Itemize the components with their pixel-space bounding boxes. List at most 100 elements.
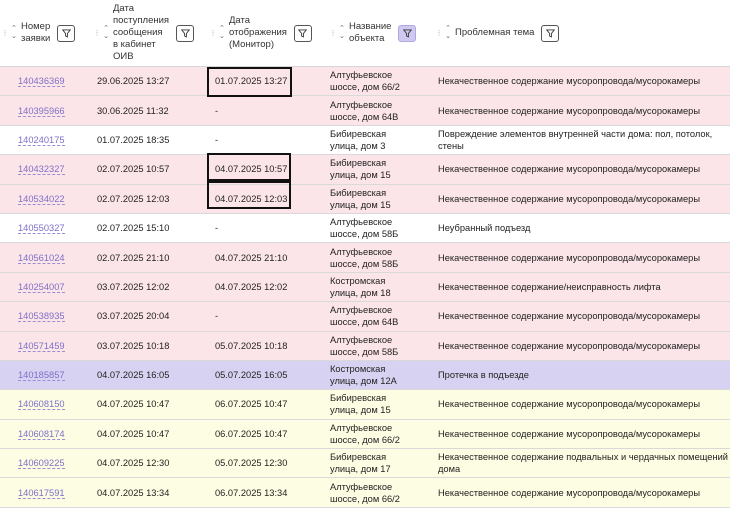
- cell-request-number: 140534022: [0, 184, 92, 214]
- drag-handle-icon[interactable]: ⁝: [209, 28, 217, 39]
- cell-request-number: 140617591: [0, 477, 92, 508]
- cell-object-name: Бибиревская улица, дом 15: [328, 389, 434, 420]
- sort-down-icon: ⌄: [11, 33, 17, 40]
- object-name-line: Алтуфьевское: [330, 334, 393, 345]
- table-row[interactable]: 140550327 02.07.2025 15:10- Алтуфьевское шо…: [0, 213, 730, 244]
- drag-handle-icon[interactable]: ⁝: [435, 28, 443, 39]
- problem-topic-line: Некачественное содержание/неисправность …: [438, 281, 661, 292]
- column-header-number[interactable]: ⁝ ⌃ ⌄ Номер заявки: [0, 0, 92, 67]
- column-header-problem-topic[interactable]: ⁝ ⌃ ⌄ Проблемная тема: [434, 0, 730, 67]
- sort-toggle[interactable]: ⌃ ⌄: [337, 25, 347, 41]
- sort-toggle[interactable]: ⌃ ⌄: [217, 25, 227, 41]
- problem-topic-line: Повреждение элементов внутренней части д…: [438, 128, 713, 139]
- problem-topic-line: Некачественное содержание мусоропровода/…: [438, 428, 701, 439]
- request-number-link[interactable]: 140608174: [18, 428, 65, 440]
- problem-topic-line: Некачественное содержание мусоропровода/…: [438, 252, 701, 263]
- table-row[interactable]: 140534022 02.07.2025 12:03 04.07.2025 12:0…: [0, 184, 730, 214]
- table-row[interactable]: 140254007 03.07.2025 12:02 04.07.2025 12:0…: [0, 272, 730, 303]
- header-cell: ⁝ ⌃ ⌄ Дата отображения (Монитор): [208, 0, 328, 66]
- cell-object-name: Костромская улица, дом 18: [328, 272, 434, 303]
- request-number-link[interactable]: 140609225: [18, 458, 65, 470]
- header-cell: ⁝ ⌃ ⌄ Дата поступления сообщения в кабинет ОИВ: [92, 0, 208, 66]
- column-header-object-name[interactable]: ⁝ ⌃ ⌄ Название объекта: [328, 0, 434, 67]
- cell-object-name: Алтуфьевское шоссе, дом 58Б: [328, 213, 434, 244]
- column-header-received-date[interactable]: ⁝ ⌃ ⌄ Дата поступления сообщения в кабинет ОИВ: [92, 0, 208, 67]
- cell-problem-topic: Некачественное содержание мусоропровода/…: [434, 419, 730, 450]
- table-row[interactable]: 140395966 30.06.2025 11:32- Алтуфьевское шо…: [0, 95, 730, 126]
- request-number-link[interactable]: 140608150: [18, 399, 65, 411]
- cell-object-name: Бибиревская улица, дом 15: [328, 154, 434, 185]
- request-number-link[interactable]: 140254007: [18, 281, 65, 293]
- object-name-line: улица, дом 15: [330, 199, 391, 210]
- filter-button[interactable]: [541, 24, 560, 42]
- request-number-link[interactable]: 140185857: [18, 370, 65, 382]
- column-header-label: Название объекта: [349, 21, 391, 45]
- sort-up-icon: ⌃: [103, 25, 109, 32]
- table-row[interactable]: 140240175 01.07.2025 18:35- Бибиревская ули…: [0, 125, 730, 156]
- table-row[interactable]: 140436369 29.06.2025 13:27 01.07.2025 13:2…: [0, 66, 730, 97]
- cell-request-number: 140432327: [0, 154, 92, 185]
- request-number-link[interactable]: 140550327: [18, 223, 65, 235]
- problem-topic-line: Протечка в подъезде: [438, 370, 529, 381]
- cell-display-date: 06.07.2025 10:47: [208, 419, 328, 450]
- column-header-display-date[interactable]: ⁝ ⌃ ⌄ Дата отображения (Монитор): [208, 0, 328, 67]
- requests-table: ⁝ ⌃ ⌄ Номер заявки ⁝ ⌃ ⌄ Дата поступления сообщени…: [0, 0, 730, 508]
- sort-down-icon: ⌄: [219, 33, 225, 40]
- table-row[interactable]: 140185857 04.07.2025 16:05 05.07.2025 16:0…: [0, 360, 730, 391]
- cell-received-date: 02.07.2025 10:57: [92, 154, 208, 185]
- request-number-link[interactable]: 140561024: [18, 252, 65, 264]
- filter-button[interactable]: [293, 24, 312, 42]
- filter-button[interactable]: [176, 24, 195, 42]
- funnel-icon: [180, 28, 190, 38]
- table-row[interactable]: 140617591 04.07.2025 13:34 06.07.2025 13:3…: [0, 477, 730, 508]
- filter-button[interactable]: [57, 24, 76, 42]
- cell-display-date: -: [208, 125, 328, 156]
- object-name-line: Алтуфьевское: [330, 481, 393, 492]
- sort-toggle[interactable]: ⌃ ⌄: [101, 25, 111, 41]
- cell-problem-topic: Некачественное содержание подвальных и ч…: [434, 448, 730, 479]
- request-number-link[interactable]: 140534022: [18, 193, 65, 205]
- sort-toggle[interactable]: ⌃ ⌄: [443, 25, 453, 41]
- request-number-link[interactable]: 140538935: [18, 311, 65, 323]
- drag-handle-icon[interactable]: ⁝: [329, 28, 337, 39]
- problem-topic-line: Неубранный подъезд: [438, 223, 531, 234]
- drag-handle-icon[interactable]: ⁝: [93, 28, 101, 39]
- header-cell: ⁝ ⌃ ⌄ Проблемная тема: [434, 0, 730, 66]
- column-header-label-line: поступления: [113, 15, 170, 26]
- sort-toggle[interactable]: ⌃ ⌄: [9, 25, 19, 41]
- cell-problem-topic: Протечка в подъезде: [434, 360, 730, 391]
- table-row[interactable]: 140561024 02.07.2025 21:10 04.07.2025 21:1…: [0, 242, 730, 273]
- table-row[interactable]: 140571459 03.07.2025 10:18 05.07.2025 10:1…: [0, 331, 730, 361]
- object-name-line: Бибиревская: [330, 158, 387, 169]
- table-row[interactable]: 140608150 04.07.2025 10:47 06.07.2025 10:4…: [0, 389, 730, 420]
- filter-button[interactable]: [398, 24, 417, 42]
- table-row[interactable]: 140432327 02.07.2025 10:57 04.07.2025 10:5…: [0, 154, 730, 185]
- problem-topic-line: Некачественное содержание мусоропровода/…: [438, 311, 701, 322]
- cell-request-number: 140608150: [0, 389, 92, 420]
- cell-received-date: 30.06.2025 11:32: [92, 95, 208, 126]
- request-number-link[interactable]: 140240175: [18, 134, 65, 146]
- cell-object-name: Алтуфьевское шоссе, дом 58Б: [328, 242, 434, 273]
- cell-problem-topic: Некачественное содержание мусоропровода/…: [434, 477, 730, 508]
- object-name-line: улица, дом 3: [330, 140, 386, 151]
- cell-request-number: 140436369: [0, 66, 92, 97]
- table-row[interactable]: 140609225 04.07.2025 12:30 05.07.2025 12:3…: [0, 448, 730, 479]
- column-header-label-line: (Монитор): [229, 39, 274, 50]
- drag-handle-icon[interactable]: ⁝: [1, 28, 9, 39]
- sort-up-icon: ⌃: [11, 25, 17, 32]
- table-header: ⁝ ⌃ ⌄ Номер заявки ⁝ ⌃ ⌄ Дата поступления сообщени…: [0, 0, 730, 67]
- request-number-link[interactable]: 140432327: [18, 164, 65, 176]
- sort-up-icon: ⌃: [445, 25, 451, 32]
- column-header-label-line: Название: [349, 21, 392, 32]
- sort-down-icon: ⌄: [103, 33, 109, 40]
- table-row[interactable]: 140538935 03.07.2025 20:04- Алтуфьевское шо…: [0, 301, 730, 332]
- request-number-link[interactable]: 140617591: [18, 487, 65, 499]
- object-name-line: улица, дом 15: [330, 170, 391, 181]
- request-number-link[interactable]: 140571459: [18, 340, 65, 352]
- request-number-link[interactable]: 140395966: [18, 105, 65, 117]
- object-name-line: шоссе, дом 66/2: [330, 82, 400, 93]
- object-name-line: шоссе, дом 58Б: [330, 258, 399, 269]
- request-number-link[interactable]: 140436369: [18, 76, 65, 88]
- column-header-label-line: Проблемная тема: [455, 27, 535, 38]
- table-row[interactable]: 140608174 04.07.2025 10:47 06.07.2025 10:4…: [0, 419, 730, 450]
